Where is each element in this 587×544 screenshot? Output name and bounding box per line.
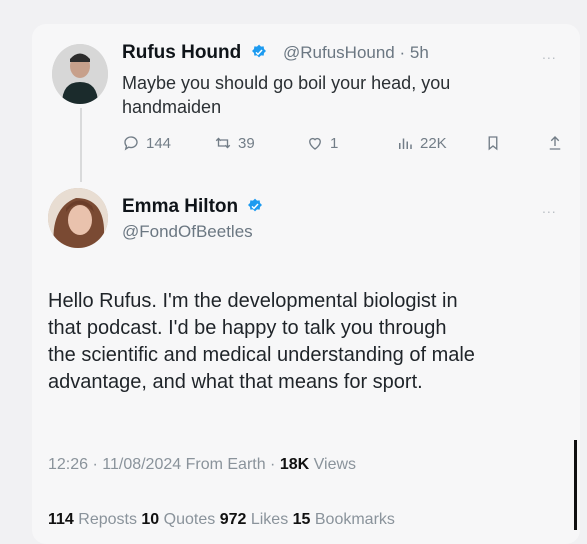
more-icon: ... <box>542 46 557 62</box>
tweet-metadata: 12:26 · 11/08/2024 From Earth · 18K View… <box>48 456 356 474</box>
reply-text-line-1: Maybe you should go boil your head, you <box>122 73 451 93</box>
reposts-label: Reposts <box>73 511 142 528</box>
avatar-rufus[interactable] <box>52 44 108 104</box>
like-count: 1 <box>330 134 339 152</box>
tweet-author-name[interactable]: Emma Hilton <box>122 196 263 218</box>
tweet-line-1: Hello Rufus. I'm the developmental biolo… <box>48 290 458 312</box>
quotes-label: Quotes <box>159 511 220 528</box>
reposts-count: 114 <box>48 511 74 528</box>
heart-icon <box>309 137 321 150</box>
reply-time[interactable]: 5h <box>410 43 429 62</box>
verified-badge-icon <box>248 198 263 212</box>
reply-button[interactable]: 144 <box>122 134 171 152</box>
reply-author-handle[interactable]: @RufusHound · 5h <box>283 43 429 63</box>
tweet-more-button[interactable]: ... <box>542 200 557 216</box>
tweet-line-3: the scientific and medical understanding… <box>48 344 475 366</box>
thread-connector <box>80 108 82 182</box>
verified-badge-icon <box>251 44 266 58</box>
bookmarks-label: Bookmarks <box>310 511 395 528</box>
views-count: 22K <box>420 134 447 152</box>
views-button[interactable]: 22K <box>396 134 447 152</box>
reply-author-name-text: Rufus Hound <box>122 42 242 63</box>
like-button[interactable]: 1 <box>306 134 338 152</box>
scrollbar[interactable] <box>574 440 577 530</box>
bookmarks-count: 15 <box>292 511 311 528</box>
tweet-body: Hello Rufus. I'm the developmental biolo… <box>48 288 568 396</box>
tweet-stats: 114 Reposts 10 Quotes 972 Likes 15 Bookm… <box>48 511 395 529</box>
tweet-line-2: that podcast. I'd be happy to talk you t… <box>48 317 447 339</box>
tweet-line-4: advantage, and what that means for sport… <box>48 371 423 393</box>
analytics-icon <box>399 138 412 149</box>
avatar-emma[interactable] <box>48 188 108 248</box>
share-icon <box>549 136 561 150</box>
reply-text-line-2: handmaiden <box>122 97 222 117</box>
more-icon: ... <box>542 200 557 216</box>
likes-label: Likes <box>246 511 293 528</box>
quotes-count: 10 <box>141 511 160 528</box>
tweet-author-handle[interactable]: @FondOfBeetles <box>122 222 253 242</box>
likes-count: 972 <box>219 511 247 528</box>
reply-icon <box>124 136 138 151</box>
repost-icon <box>215 137 231 149</box>
tweet-author-name-text: Emma Hilton <box>122 196 239 217</box>
bookmarks-stat[interactable]: 15 Bookmarks <box>293 511 395 528</box>
views-label: Views <box>309 456 357 473</box>
quotes-stat[interactable]: 10 Quotes <box>141 511 219 528</box>
tweet-timestamp[interactable]: 12:26 · 11/08/2024 From Earth · <box>48 456 280 473</box>
reply-action-bar: 144 39 1 22K <box>122 134 572 156</box>
likes-stat[interactable]: 972 Likes <box>220 511 293 528</box>
repost-button[interactable]: 39 <box>214 134 255 152</box>
bookmark-button[interactable] <box>484 134 502 152</box>
reposts-stat[interactable]: 114 Reposts <box>48 511 141 528</box>
views-count-main: 18K <box>279 456 310 473</box>
bookmark-icon <box>488 136 498 151</box>
share-button[interactable] <box>546 134 564 152</box>
reply-handle-text: @RufusHound <box>283 43 395 62</box>
reply-author-name[interactable]: Rufus Hound <box>122 42 267 64</box>
separator-dot: · <box>394 43 410 62</box>
reply-more-button[interactable]: ... <box>542 46 557 62</box>
reply-count: 144 <box>146 134 172 152</box>
repost-count: 39 <box>238 134 255 152</box>
